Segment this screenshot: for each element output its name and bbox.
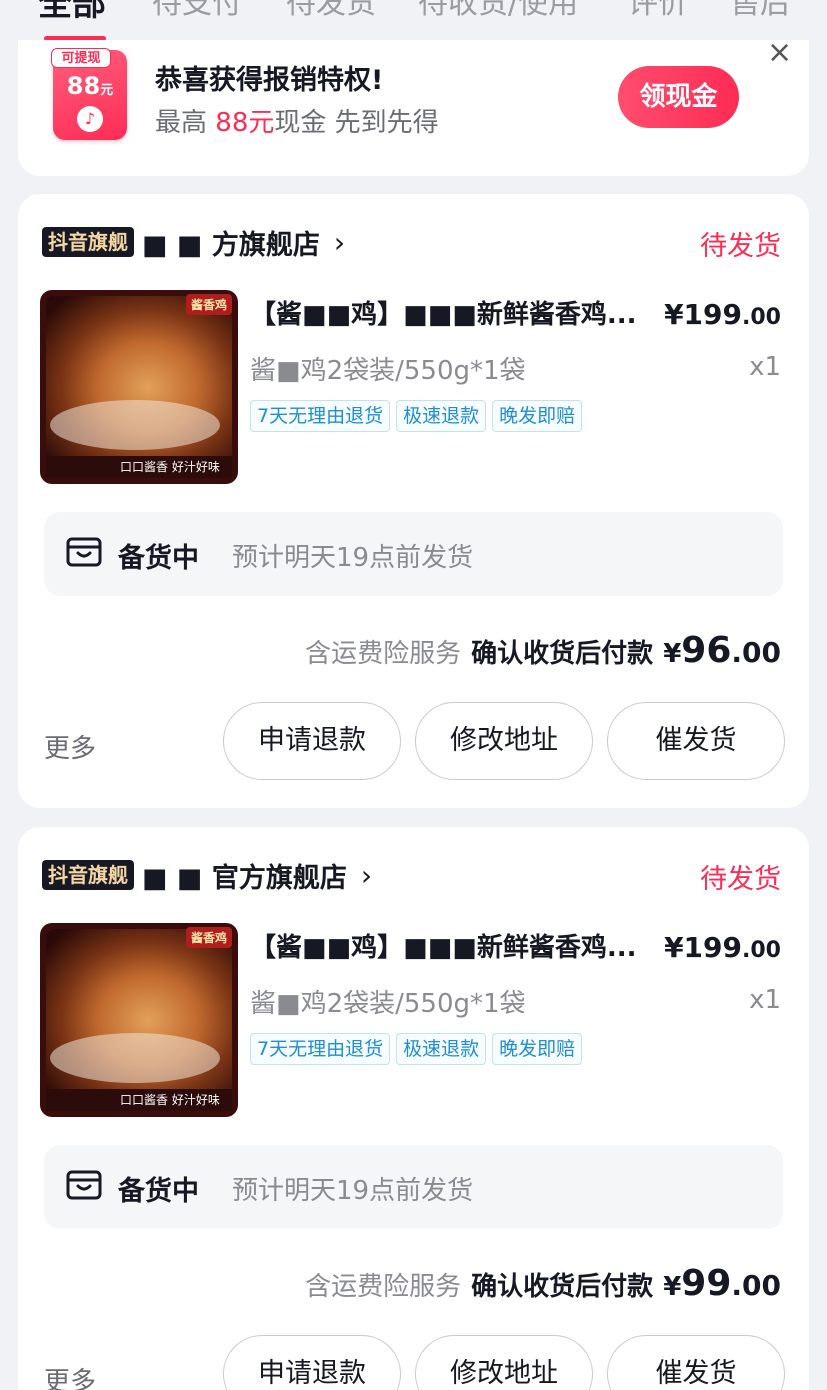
change-address-button[interactable]: 修改地址 [415, 1335, 593, 1390]
shop-header[interactable]: 抖音旗舰 ■ ■ 方旗舰店 › [42, 225, 346, 261]
image-strip: 口口酱香 好汁好味 [46, 456, 232, 478]
pay-amount: ¥99.00 [663, 1263, 781, 1304]
coupon-amount: 88元 [66, 72, 114, 100]
stock-status-panel[interactable]: 备货中 预计明天19点前发货 [44, 1145, 783, 1229]
reimbursement-banner[interactable]: 可提现 88元 ♪ 恭喜获得报销特权! 最高 88元现金 先到先得 领现金 × [18, 38, 809, 176]
urge-shipping-button[interactable]: 催发货 [607, 702, 785, 780]
change-address-button[interactable]: 修改地址 [415, 702, 593, 780]
service-tag: 极速退款 [396, 1033, 487, 1065]
tab-unpaid[interactable]: 待支付 [152, 0, 242, 22]
product-price: ¥199.00 [664, 931, 781, 964]
douyin-logo-icon: ♪ [77, 106, 103, 132]
product-image[interactable]: 酱香鸡 口口酱香 好汁好味 [40, 923, 238, 1117]
order-card[interactable]: 抖音旗舰 ■ ■ 官方旗舰店 › 待发货 酱香鸡 口口酱香 好汁好味 【酱■■鸡… [18, 827, 809, 1390]
stock-status-panel[interactable]: 备货中 预计明天19点前发货 [44, 512, 783, 596]
order-card[interactable]: 抖音旗舰 ■ ■ 方旗舰店 › 待发货 酱香鸡 口口酱香 好汁好味 【酱■■鸡】… [18, 194, 809, 808]
product-price: ¥199.00 [664, 298, 781, 331]
insurance-label: 含运费险服务 [305, 1272, 462, 1302]
stock-title: 备货中 [118, 1176, 199, 1207]
shipping-estimate: 预计明天19点前发货 [232, 1176, 474, 1206]
order-status: 待发货 [700, 864, 781, 895]
request-refund-button[interactable]: 申请退款 [223, 1335, 401, 1390]
order-status: 待发货 [700, 231, 781, 262]
claim-cash-button[interactable]: 领现金 [618, 66, 739, 128]
insurance-label: 含运费险服务 [305, 639, 462, 669]
product-quantity: x1 [749, 352, 781, 382]
product-spec: 酱■鸡2袋装/550g*1袋 [250, 356, 526, 386]
banner-title: 恭喜获得报销特权! [155, 65, 384, 96]
pay-label: 确认收货后付款 [471, 639, 654, 669]
payment-summary: 含运费险服务 确认收货后付款 ¥96.00 [305, 630, 781, 671]
shop-tag: 抖音旗舰 [42, 227, 134, 257]
product-image[interactable]: 酱香鸡 口口酱香 好汁好味 [40, 290, 238, 484]
tab-to-receive[interactable]: 待收货/使用 [418, 0, 578, 22]
chevron-right-icon: › [360, 858, 373, 892]
tab-after-sales[interactable]: 售后 [730, 0, 790, 22]
chevron-right-icon: › [333, 225, 346, 259]
shop-name[interactable]: ■ ■ 官方旗舰店 [142, 856, 347, 895]
more-link[interactable]: 更多 [44, 728, 96, 765]
service-tag: 极速退款 [396, 400, 487, 432]
request-refund-button[interactable]: 申请退款 [223, 702, 401, 780]
product-title[interactable]: 【酱■■鸡】■■■新鲜酱香鸡... [250, 927, 640, 964]
shop-header[interactable]: 抖音旗舰 ■ ■ 官方旗舰店 › [42, 858, 373, 894]
image-badge: 酱香鸡 [185, 294, 232, 315]
pay-label: 确认收货后付款 [471, 1272, 654, 1302]
image-strip: 口口酱香 好汁好味 [46, 1089, 232, 1111]
tab-to-ship[interactable]: 待发货 [286, 0, 376, 22]
coupon-tag: 可提现 [51, 48, 111, 68]
urge-shipping-button[interactable]: 催发货 [607, 1335, 785, 1390]
shop-tag: 抖音旗舰 [42, 860, 134, 890]
service-tags: 7天无理由退货 极速退款 晚发即赔 [250, 400, 583, 432]
pay-amount: ¥96.00 [663, 630, 781, 671]
order-tabs: 全部 待支付 待发货 待收货/使用 评价 售后 [0, 0, 827, 40]
package-icon [66, 1170, 102, 1200]
cash-coupon-icon: 可提现 88元 ♪ [51, 48, 127, 140]
service-tag: 晚发即赔 [492, 1033, 583, 1065]
service-tag: 晚发即赔 [492, 400, 583, 432]
close-icon[interactable]: × [767, 38, 792, 68]
service-tag: 7天无理由退货 [250, 400, 391, 432]
stock-title: 备货中 [118, 543, 199, 574]
more-link[interactable]: 更多 [44, 1361, 96, 1390]
package-icon [66, 537, 102, 567]
image-badge: 酱香鸡 [185, 927, 232, 948]
service-tag: 7天无理由退货 [250, 1033, 391, 1065]
shipping-estimate: 预计明天19点前发货 [232, 543, 474, 573]
tab-all[interactable]: 全部 [38, 0, 106, 25]
service-tags: 7天无理由退货 极速退款 晚发即赔 [250, 1033, 583, 1065]
shop-name[interactable]: ■ ■ 方旗舰店 [142, 223, 320, 262]
product-spec: 酱■鸡2袋装/550g*1袋 [250, 989, 526, 1019]
banner-subtitle: 最高 88元现金 先到先得 [155, 108, 439, 138]
product-quantity: x1 [749, 985, 781, 1015]
tab-review[interactable]: 评价 [628, 0, 688, 22]
payment-summary: 含运费险服务 确认收货后付款 ¥99.00 [305, 1263, 781, 1304]
product-title[interactable]: 【酱■■鸡】■■■新鲜酱香鸡... [250, 294, 640, 331]
